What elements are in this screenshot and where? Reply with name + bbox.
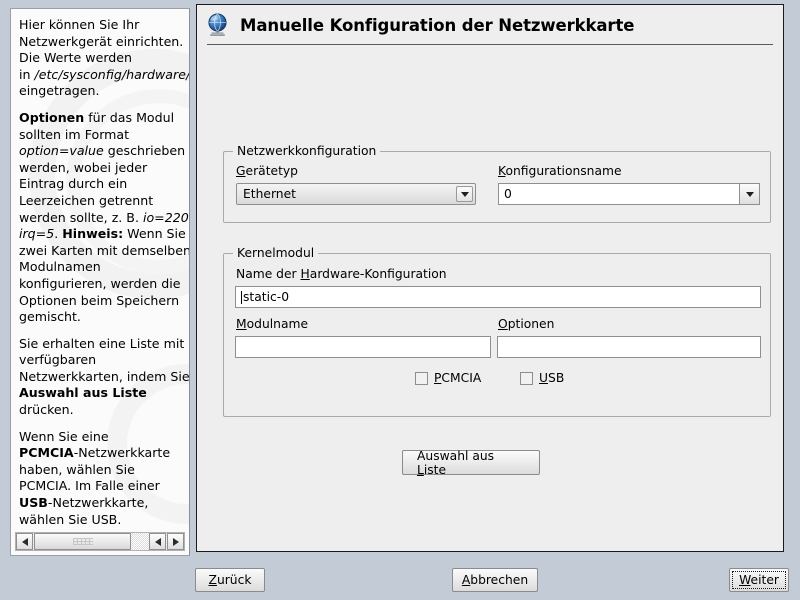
help-line: Hier können Sie Ihr — [19, 17, 190, 34]
next-button[interactable]: Weiter — [729, 568, 789, 592]
help-line: option=value geschrieben — [19, 143, 190, 160]
help-line: in /etc/sysconfig/hardware/i — [19, 67, 190, 84]
help-line — [19, 326, 190, 336]
main-dialog-panel: Manuelle Konfiguration der Netzwerkkarte… — [196, 4, 784, 552]
screen: Hier können Sie IhrNetzwerkgerät einrich… — [0, 0, 800, 600]
hardware-config-name-value: static-0 — [243, 290, 289, 304]
grip-icon — [73, 538, 93, 545]
pcmcia-label: PCMCIA — [434, 371, 481, 385]
help-line: werden, wobei jeder — [19, 160, 190, 177]
text-caret — [241, 291, 242, 304]
network-group-legend: Netzwerkkonfiguration — [233, 144, 380, 158]
select-from-list-button[interactable]: Auswahl aus Liste — [402, 450, 540, 475]
scroll-left-button-2[interactable] — [149, 533, 166, 550]
help-line: wählen Sie USB. — [19, 512, 190, 529]
help-line: PCMCIA-Netzwerkkarte — [19, 445, 190, 462]
triangle-down-glyph-2 — [746, 192, 754, 197]
usb-label: USB — [539, 371, 564, 385]
pcmcia-checkbox[interactable]: PCMCIA — [415, 371, 481, 385]
help-line: Netzwerkkarten, indem Sie — [19, 369, 190, 386]
help-line: Optionen beim Speichern — [19, 293, 190, 310]
help-line: Netzwerkgerät einrichten. — [19, 34, 190, 51]
help-line: Die Werte werden — [19, 50, 190, 67]
help-text: Hier können Sie IhrNetzwerkgerät einrich… — [11, 9, 190, 528]
help-line: PCMCIA. Im Falle einer — [19, 478, 190, 495]
help-line — [19, 100, 190, 110]
help-line: irq=5. Hinweis: Wenn Sie — [19, 226, 190, 243]
config-name-chevron-down-icon[interactable] — [739, 183, 760, 205]
config-name-combobox[interactable]: 0 — [498, 183, 760, 205]
help-line — [19, 419, 190, 429]
cancel-button[interactable]: Abbrechen — [452, 568, 538, 592]
cancel-button-label: Abbrechen — [462, 573, 528, 587]
dialog-content: Netzwerkkonfiguration Gerätetyp Ethernet… — [197, 45, 783, 545]
network-configuration-group: Netzwerkkonfiguration Gerätetyp Ethernet… — [223, 151, 771, 223]
help-line: drücken. — [19, 402, 190, 419]
triangle-down-glyph — [461, 192, 469, 197]
options-input[interactable] — [497, 336, 761, 358]
dialog-header: Manuelle Konfiguration der Netzwerkkarte — [197, 5, 783, 39]
arrow-left-icon-2 — [155, 538, 161, 546]
dialog-title: Manuelle Konfiguration der Netzwerkkarte — [240, 16, 634, 35]
help-line: Sie erhalten eine Liste mit — [19, 336, 190, 353]
back-button[interactable]: Zurück — [195, 568, 265, 592]
back-button-label: Zurück — [209, 573, 252, 587]
help-horizontal-scrollbar[interactable] — [15, 532, 185, 551]
focus-ring — [732, 571, 786, 589]
help-line: haben, wählen Sie — [19, 462, 190, 479]
usb-checkbox[interactable]: USB — [520, 371, 564, 385]
help-line: konfigurieren, werden die — [19, 276, 190, 293]
help-line: eingetragen. — [19, 83, 190, 100]
module-name-input[interactable] — [235, 336, 491, 358]
options-label: Optionen — [498, 317, 554, 331]
scroll-right-button[interactable] — [167, 533, 184, 550]
scroll-left-button[interactable] — [16, 533, 33, 550]
select-from-list-label: Auswahl aus Liste — [417, 449, 525, 477]
config-name-label: Konfigurationsname — [498, 164, 622, 178]
scroll-arrow-group — [149, 533, 184, 550]
help-line: Leerzeichen getrennt — [19, 193, 190, 210]
help-line: zwei Karten mit demselben — [19, 243, 190, 260]
help-line: gemischt. — [19, 309, 190, 326]
help-line: USB-Netzwerkkarte, — [19, 495, 190, 512]
help-line: Auswahl aus Liste — [19, 385, 190, 402]
hardware-config-name-input[interactable]: static-0 — [235, 286, 761, 308]
kernel-module-group: Kernelmodul Name der Hardware-Konfigurat… — [223, 253, 771, 417]
checkbox-box-icon-2[interactable] — [520, 372, 533, 385]
hardware-config-name-label: Name der Hardware-Konfiguration — [236, 267, 447, 281]
module-name-label: Modulname — [236, 317, 308, 331]
config-name-input[interactable]: 0 — [498, 183, 739, 205]
kernel-group-legend: Kernelmodul — [233, 246, 318, 260]
device-type-combobox[interactable]: Ethernet — [236, 183, 476, 205]
help-line: Optionen für das Modul — [19, 110, 190, 127]
help-line: Eintrag durch ein — [19, 176, 190, 193]
chevron-down-icon[interactable] — [456, 186, 473, 202]
help-line: werden sollte, z. B. io=220 — [19, 210, 190, 227]
arrow-left-icon — [22, 538, 28, 546]
help-line: sollten im Format — [19, 127, 190, 144]
globe-network-icon — [205, 12, 231, 38]
arrow-right-icon — [173, 538, 179, 546]
help-line: verfügbaren — [19, 352, 190, 369]
device-type-label: Gerätetyp — [236, 164, 298, 178]
device-type-value: Ethernet — [243, 187, 296, 201]
help-panel: Hier können Sie IhrNetzwerkgerät einrich… — [10, 8, 190, 556]
help-line: Wenn Sie eine — [19, 429, 190, 446]
scrollbar-thumb[interactable] — [34, 533, 131, 550]
help-line: Modulnamen — [19, 259, 190, 276]
checkbox-box-icon[interactable] — [415, 372, 428, 385]
